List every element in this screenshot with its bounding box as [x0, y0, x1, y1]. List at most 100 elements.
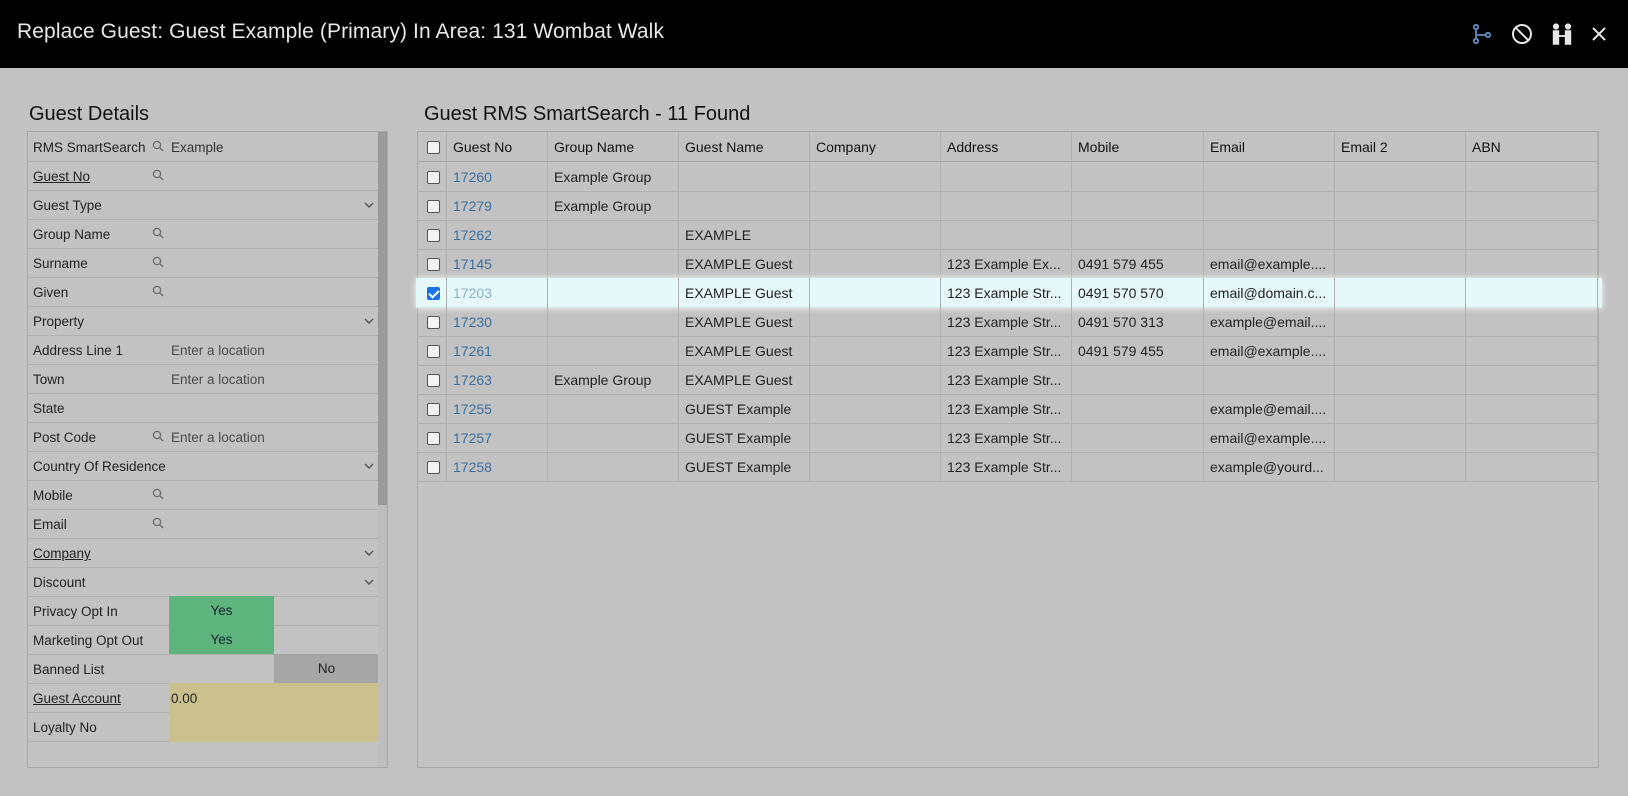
cell-guest-no[interactable]: 17203	[447, 278, 548, 307]
guests-icon[interactable]	[1550, 22, 1574, 46]
field-marketing-opt-out[interactable]: Marketing Opt Out Yes	[28, 625, 379, 655]
cell-abn	[1466, 220, 1598, 249]
marketing-opt-out-toggle[interactable]: Yes	[169, 625, 274, 654]
cell-email: email@example....	[1204, 423, 1335, 452]
table-row[interactable]: 17255 GUEST Example 123 Example Str... exam…	[418, 394, 1598, 424]
field-property[interactable]: Property	[28, 306, 379, 336]
cell-name	[679, 191, 810, 220]
cell-guest-no[interactable]: 17255	[447, 394, 548, 423]
cell-mobile: 0491 579 455	[1072, 336, 1204, 365]
field-loyalty-no[interactable]: Loyalty No	[28, 712, 379, 742]
cell-guest-no[interactable]: 17257	[447, 423, 548, 452]
table-row[interactable]: 17230 EXAMPLE Guest 123 Example Str... 0491…	[418, 307, 1598, 337]
table-row[interactable]: 17261 EXAMPLE Guest 123 Example Str... 0491…	[418, 336, 1598, 366]
field-banned-list[interactable]: Banned List No	[28, 654, 379, 684]
column-header-guest-name[interactable]: Guest Name	[679, 132, 810, 161]
rms-smartsearch-input[interactable]: Example	[171, 140, 224, 155]
field-email[interactable]: Email	[28, 509, 379, 539]
table-row[interactable]: 17145 EXAMPLE Guest 123 Example Ex... 0491 …	[418, 249, 1598, 279]
column-header-company[interactable]: Company	[810, 132, 941, 161]
column-header-address[interactable]: Address	[941, 132, 1072, 161]
field-given[interactable]: Given	[28, 277, 379, 307]
field-rms-smartsearch[interactable]: RMS SmartSearch Example	[28, 132, 379, 162]
chevron-down-icon[interactable]	[363, 576, 375, 588]
cell-name: EXAMPLE Guest	[679, 278, 810, 307]
column-header-guest-no[interactable]: Guest No	[447, 132, 548, 161]
table-row[interactable]: 17257 GUEST Example 123 Example Str... emai…	[418, 423, 1598, 453]
guest-no-label[interactable]: Guest No	[33, 169, 90, 184]
town-input[interactable]: Enter a location	[171, 372, 265, 387]
privacy-opt-in-toggle[interactable]: Yes	[169, 596, 274, 625]
field-guest-type[interactable]: Guest Type	[28, 190, 379, 220]
banned-list-toggle[interactable]: No	[274, 654, 379, 683]
row-checkbox-cell	[418, 162, 447, 191]
cell-guest-no[interactable]: 17279	[447, 191, 548, 220]
row-checkbox[interactable]	[427, 345, 440, 358]
chevron-down-icon[interactable]	[363, 199, 375, 211]
row-checkbox[interactable]	[427, 374, 440, 387]
guest-account-input[interactable]: 0.00	[169, 683, 379, 713]
field-mobile[interactable]: Mobile	[28, 480, 379, 510]
chevron-down-icon[interactable]	[363, 315, 375, 327]
select-all-checkbox[interactable]	[427, 141, 440, 154]
field-guest-account[interactable]: Guest Account 0.00	[28, 683, 379, 713]
field-group-name[interactable]: Group Name	[28, 219, 379, 249]
cell-guest-no[interactable]: 17261	[447, 336, 548, 365]
row-checkbox[interactable]	[427, 229, 440, 242]
column-header-email[interactable]: Email	[1204, 132, 1335, 161]
table-row[interactable]: 17262 EXAMPLE	[418, 220, 1598, 250]
cell-guest-no[interactable]: 17260	[447, 162, 548, 191]
cell-guest-no[interactable]: 17262	[447, 220, 548, 249]
address-line-1-input[interactable]: Enter a location	[171, 343, 265, 358]
cell-email: email@example....	[1204, 249, 1335, 278]
cell-mobile: 0491 570 313	[1072, 307, 1204, 336]
field-address-line-1[interactable]: Address Line 1 Enter a location	[28, 335, 379, 365]
field-guest-no[interactable]: Guest No	[28, 161, 379, 191]
cell-guest-no[interactable]: 17145	[447, 249, 548, 278]
row-checkbox[interactable]	[427, 200, 440, 213]
post-code-input[interactable]: Enter a location	[171, 430, 265, 445]
row-checkbox[interactable]	[427, 461, 440, 474]
row-checkbox[interactable]	[427, 258, 440, 271]
field-surname[interactable]: Surname	[28, 248, 379, 278]
chevron-down-icon[interactable]	[363, 547, 375, 559]
guest-account-label[interactable]: Guest Account	[33, 691, 121, 706]
table-row[interactable]: 17203 EXAMPLE Guest 123 Example Str... 0491…	[416, 278, 1602, 308]
merge-icon[interactable]	[1470, 22, 1494, 46]
row-checkbox[interactable]	[427, 316, 440, 329]
guest-details-form: RMS SmartSearch Example Guest No Guest Type…	[27, 131, 388, 768]
guest-details-heading: Guest Details	[29, 103, 150, 125]
form-scroll-thumb[interactable]	[378, 132, 387, 505]
cell-guest-no[interactable]: 17258	[447, 452, 548, 481]
column-header-abn[interactable]: ABN	[1466, 132, 1598, 161]
field-company[interactable]: Company	[28, 538, 379, 568]
field-privacy-opt-in[interactable]: Privacy Opt In Yes	[28, 596, 379, 626]
column-header-email-2[interactable]: Email 2	[1335, 132, 1466, 161]
column-header-group-name[interactable]: Group Name	[548, 132, 679, 161]
cell-abn	[1466, 336, 1598, 365]
field-town[interactable]: Town Enter a location	[28, 364, 379, 394]
form-scrollbar[interactable]	[378, 132, 387, 767]
cell-guest-no[interactable]: 17263	[447, 365, 548, 394]
loyalty-no-input[interactable]	[169, 712, 379, 742]
field-state[interactable]: State	[28, 393, 379, 423]
table-row[interactable]: 17279 Example Group	[418, 191, 1598, 221]
row-checkbox[interactable]	[427, 287, 440, 300]
table-row[interactable]: 17258 GUEST Example 123 Example Str... exam…	[418, 452, 1598, 482]
cell-abn	[1466, 423, 1598, 452]
company-label[interactable]: Company	[33, 546, 91, 561]
close-icon[interactable]	[1587, 22, 1611, 46]
address-line-1-label: Address Line 1	[33, 343, 124, 358]
row-checkbox[interactable]	[427, 432, 440, 445]
field-discount[interactable]: Discount	[28, 567, 379, 597]
row-checkbox[interactable]	[427, 171, 440, 184]
cancel-icon[interactable]	[1510, 22, 1534, 46]
field-country-of-residence[interactable]: Country Of Residence	[28, 451, 379, 481]
table-row[interactable]: 17263 Example Group EXAMPLE Guest 123 Examp…	[418, 365, 1598, 395]
chevron-down-icon[interactable]	[363, 460, 375, 472]
table-row[interactable]: 17260 Example Group	[418, 162, 1598, 192]
column-header-mobile[interactable]: Mobile	[1072, 132, 1204, 161]
row-checkbox[interactable]	[427, 403, 440, 416]
cell-guest-no[interactable]: 17230	[447, 307, 548, 336]
field-post-code[interactable]: Post Code Enter a location	[28, 422, 379, 452]
